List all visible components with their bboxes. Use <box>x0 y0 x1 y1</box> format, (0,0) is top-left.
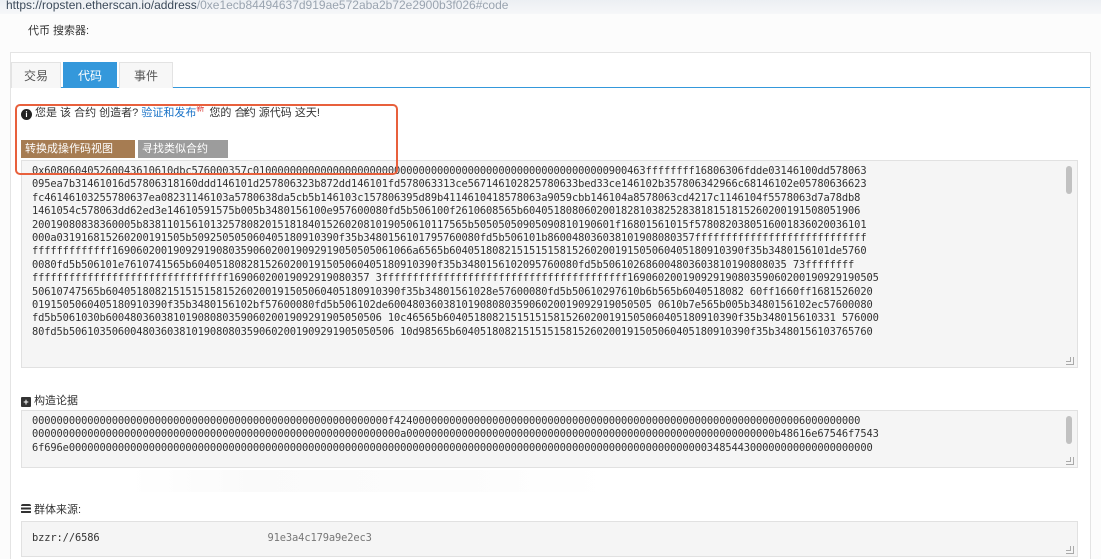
tab-events[interactable]: 事件 <box>119 62 173 88</box>
new-badge: 新 <box>196 104 205 113</box>
database-icon <box>21 504 31 514</box>
swarm-source-heading: 群体来源: <box>21 501 81 517</box>
verify-publish-link[interactable]: 验证和发布 <box>141 107 196 119</box>
resize-grip-icon[interactable] <box>1066 357 1074 365</box>
token-search-label: 代币 搜索器: <box>28 25 90 37</box>
tab-code[interactable]: 代码 <box>63 62 117 88</box>
info-icon: i <box>21 109 32 120</box>
resize-grip-icon[interactable] <box>1066 546 1074 554</box>
constructor-args-text: 0000000000000000000000000000000000000000… <box>32 415 879 454</box>
tab-transactions[interactable]: 交易 <box>11 62 61 88</box>
find-similar-button[interactable]: 寻找类似合约 <box>138 140 228 158</box>
scrollbar-thumb[interactable] <box>1066 166 1072 194</box>
swarm-source-text: bzzr://6586 91e3a4c179a9e2ec3 <box>32 532 372 544</box>
verify-notice: i 您是 该 合约 创造者? 验证和发布新 您的 合Ⅰ约 源代码 这天! <box>21 103 320 120</box>
browser-url-bar[interactable]: https://ropsten.etherscan.io/address/0xe… <box>0 0 1101 14</box>
blur-overlay <box>130 470 610 492</box>
constructor-args-textarea[interactable]: 0000000000000000000000000000000000000000… <box>21 410 1078 468</box>
scrollbar-thumb[interactable] <box>1066 416 1072 444</box>
swarm-source-textarea[interactable]: bzzr://6586 91e3a4c179a9e2ec3 <box>21 521 1078 557</box>
bytecode-textarea[interactable]: 0x608060405260043610610dbc576000357c0100… <box>21 160 1078 368</box>
plus-square-icon: + <box>21 397 31 407</box>
notice-prefix: 您是 该 合约 创造者? <box>35 107 139 119</box>
resize-grip-icon[interactable] <box>1066 457 1074 465</box>
bytecode-text: 0x608060405260043610610dbc576000357c0100… <box>32 165 879 338</box>
url-text: https://ropsten.etherscan.io/address/0xe… <box>6 0 509 12</box>
constructor-args-heading: + 构造论据 <box>21 392 78 408</box>
notice-suffix-2: 约 源代码 这天! <box>244 107 320 119</box>
opcode-view-button[interactable]: 转换成操作码视图 <box>21 140 135 158</box>
tab-bar: 交易 代码 事件 <box>11 59 1090 88</box>
notice-suffix-1: 您的 合 <box>209 107 246 119</box>
